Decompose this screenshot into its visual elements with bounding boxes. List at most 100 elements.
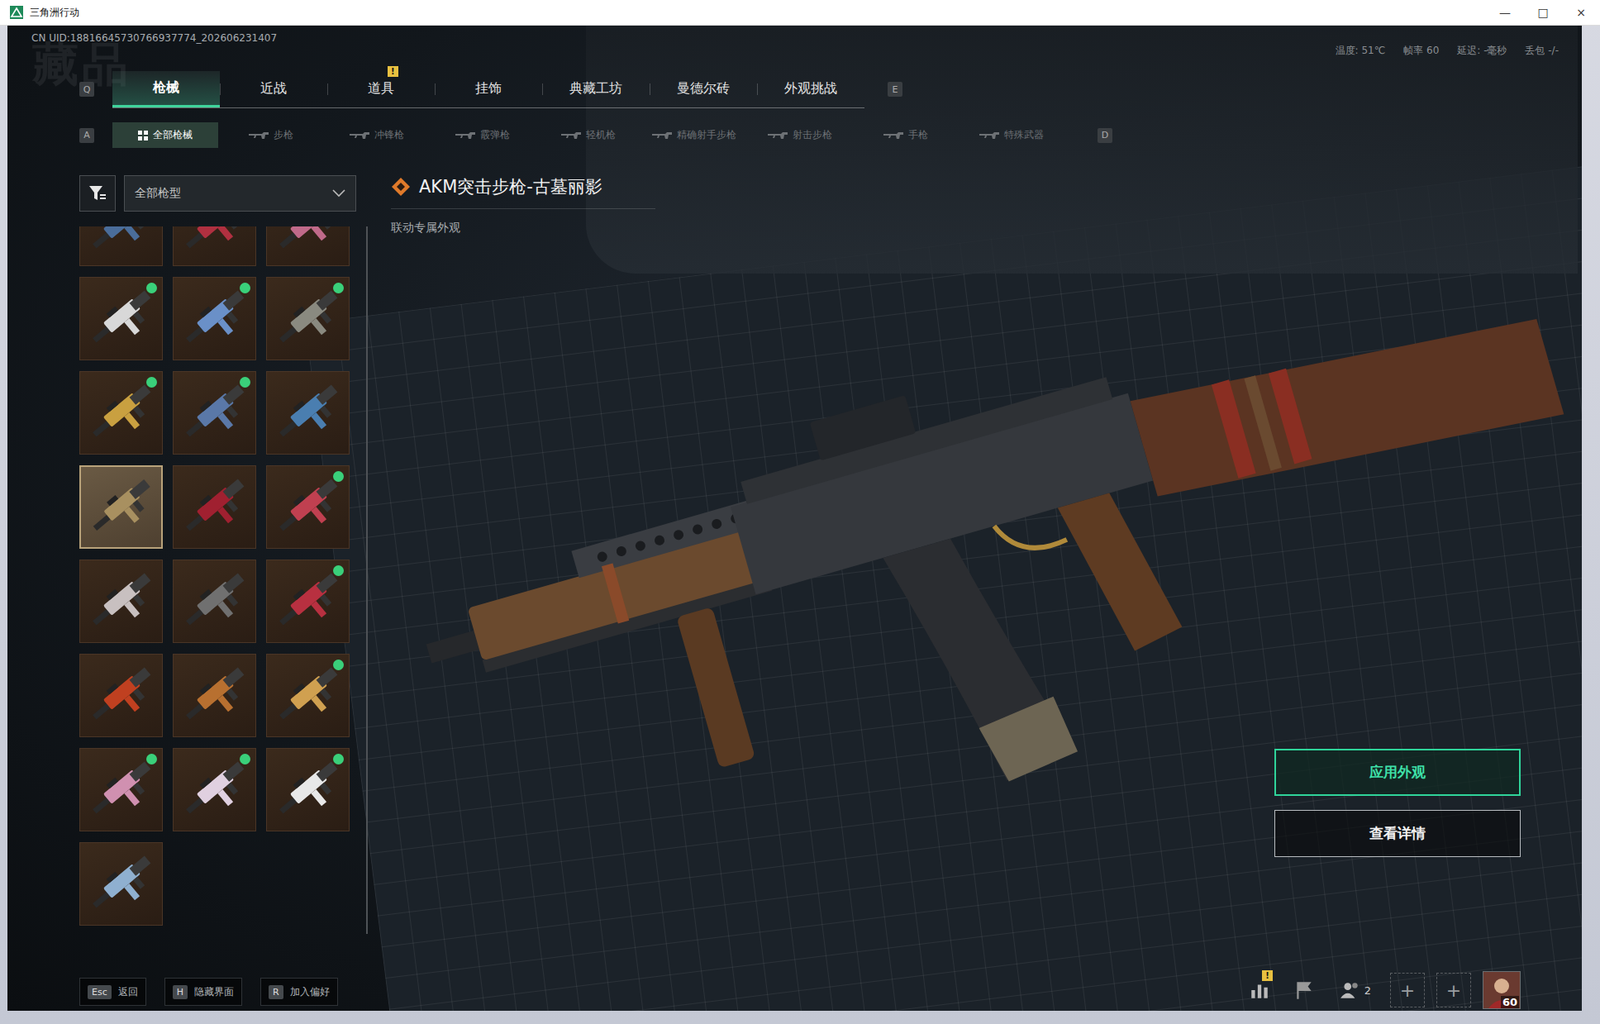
main-tab[interactable]: 曼德尔砖 <box>649 71 758 108</box>
skin-tile[interactable] <box>79 747 163 832</box>
skin-tile[interactable] <box>172 465 257 549</box>
main-tabs: Q枪械近战道具!挂饰典藏工坊曼德尔砖外观挑战E <box>7 71 1582 108</box>
tab-label: 枪械 <box>152 79 180 97</box>
weapon-type-dropdown[interactable]: 全部枪型 <box>123 175 357 212</box>
skin-tile[interactable] <box>79 371 163 455</box>
skin-tile[interactable] <box>266 226 350 267</box>
content: 全部枪型 AKM突击步枪-古墓丽影联动专属外观应用外观查看详情 <box>7 147 1582 934</box>
skin-tile[interactable] <box>172 276 257 361</box>
sub-tab-list: 全部枪械步枪冲锋枪 霰弹枪 轻机枪 精确射手步枪射击步枪手枪 特殊武器 <box>112 122 1065 148</box>
skin-tile[interactable] <box>266 559 350 643</box>
party-slot[interactable]: + <box>1436 972 1472 1008</box>
main-tab[interactable]: 道具! <box>327 71 435 108</box>
sub-tab[interactable]: 全部枪械 <box>112 122 219 148</box>
weapon-header: AKM突击步枪-古墓丽影联动专属外观 <box>390 175 656 236</box>
key-hint: D <box>1097 128 1113 143</box>
skin-tile[interactable] <box>79 276 163 361</box>
tab-badge: ! <box>387 66 399 77</box>
key-hints: Esc 返回 H隐藏界面 R加入偏好 <box>79 977 339 1010</box>
main-tab[interactable]: 挂饰 <box>434 71 543 108</box>
player-avatar[interactable]: 60 <box>1482 971 1521 1010</box>
skin-tile[interactable] <box>172 747 257 832</box>
perf-stat: 帧率 60 <box>1403 43 1439 58</box>
gun-icon <box>455 131 476 140</box>
funnel-icon <box>87 183 108 204</box>
sub-tab-label: 特殊武器 <box>1004 128 1044 143</box>
skin-tile[interactable] <box>79 559 163 643</box>
skin-list[interactable] <box>79 226 368 934</box>
skin-tile[interactable] <box>266 465 350 549</box>
hud-top: CN UID:18816645730766937774_202606231407… <box>7 25 1582 58</box>
skin-tile[interactable] <box>79 226 163 267</box>
action-button[interactable]: 应用外观 <box>1274 748 1521 796</box>
key-hint-button[interactable]: R加入偏好 <box>260 977 339 1006</box>
skin-grid <box>79 226 367 926</box>
key-hint-button[interactable]: H隐藏界面 <box>164 977 243 1006</box>
action-button[interactable]: 查看详情 <box>1274 809 1521 858</box>
game-view: 藏品CN UID:18816645730766937774_2026062314… <box>7 25 1582 1011</box>
skin-gun-icon <box>80 466 162 548</box>
sub-tab[interactable]: 冲锋枪 <box>323 122 430 148</box>
grid-icon <box>138 130 148 141</box>
desktop: 藏品CN UID:18816645730766937774_2026062314… <box>0 25 1600 1024</box>
window-control[interactable]: □ <box>1523 0 1562 25</box>
skin-gun-icon <box>266 226 349 266</box>
sub-tab[interactable]: 精确射手步枪 <box>641 122 748 148</box>
gun-icon <box>561 131 581 140</box>
sub-tab[interactable]: 步枪 <box>218 122 324 148</box>
key-hint-button[interactable]: Esc 返回 <box>79 977 147 1006</box>
main-tab[interactable]: 典藏工坊 <box>542 71 650 108</box>
weapon-tag: 联动专属外观 <box>390 220 656 236</box>
skin-tile[interactable] <box>172 559 257 643</box>
hint-key: R <box>268 985 284 1000</box>
uid-text: CN UID:18816645730766937774_202606231407 <box>31 32 277 44</box>
perf-stat: 延迟: -毫秒 <box>1457 43 1507 58</box>
main-tab[interactable]: 枪械 <box>112 71 220 108</box>
hint-label: 返回 <box>118 985 139 1000</box>
skin-tile[interactable] <box>172 226 257 267</box>
party-slot[interactable]: + <box>1390 972 1425 1008</box>
hint-key: Esc <box>87 985 112 1000</box>
sub-tab[interactable]: 手枪 <box>852 122 959 148</box>
main-tab[interactable]: 外观挑战 <box>757 71 865 108</box>
new-dot <box>333 282 344 294</box>
tab-label: 道具 <box>367 80 395 98</box>
new-dot <box>146 753 158 765</box>
filter-button[interactable] <box>79 175 116 212</box>
skin-panel: 全部枪型 <box>79 147 368 934</box>
sub-tab[interactable]: 特殊武器 <box>958 122 1065 148</box>
skin-tile[interactable] <box>79 465 163 549</box>
sub-tab[interactable]: 霰弹枪 <box>429 122 536 148</box>
skin-tile[interactable] <box>266 371 350 455</box>
action-buttons: 应用外观查看详情 <box>1274 748 1521 858</box>
weapon-name-row: AKM突击步枪-古墓丽影 <box>390 175 656 210</box>
new-dot <box>333 659 344 671</box>
tab-label: 挂饰 <box>475 80 502 98</box>
friends-button[interactable]: 2 <box>1332 973 1379 1007</box>
gun-icon <box>652 131 672 140</box>
skin-tile[interactable] <box>79 653 163 738</box>
triangle-logo-icon <box>9 5 24 20</box>
stats-button[interactable]: ! <box>1242 973 1277 1007</box>
people-icon <box>1339 979 1362 1001</box>
tab-label: 外观挑战 <box>784 80 838 98</box>
window-control[interactable]: × <box>1561 0 1600 25</box>
skin-tile[interactable] <box>172 371 257 455</box>
skin-tile[interactable] <box>266 653 350 738</box>
sub-tabs: A全部枪械步枪冲锋枪霰弹枪轻机枪精确射手步枪射击步枪手枪特殊武器D <box>7 122 1582 148</box>
skin-tile[interactable] <box>172 653 257 738</box>
case-backdrop <box>585 25 1578 274</box>
tab-label: 近战 <box>260 80 287 98</box>
sub-tab-label: 霰弹枪 <box>480 128 510 143</box>
skin-tile[interactable] <box>266 276 350 361</box>
skin-tile[interactable] <box>266 747 350 832</box>
sub-tab[interactable]: 轻机枪 <box>535 122 642 148</box>
window-control[interactable]: — <box>1485 0 1524 25</box>
sub-tab-label: 精确射手步枪 <box>676 128 737 143</box>
main-tab[interactable]: 近战 <box>219 71 328 108</box>
sub-tab[interactable]: 射击步枪 <box>747 122 853 148</box>
new-dot <box>239 753 251 765</box>
flag-button[interactable] <box>1287 973 1321 1007</box>
skin-tile[interactable] <box>79 842 163 926</box>
gun-icon <box>883 131 904 140</box>
